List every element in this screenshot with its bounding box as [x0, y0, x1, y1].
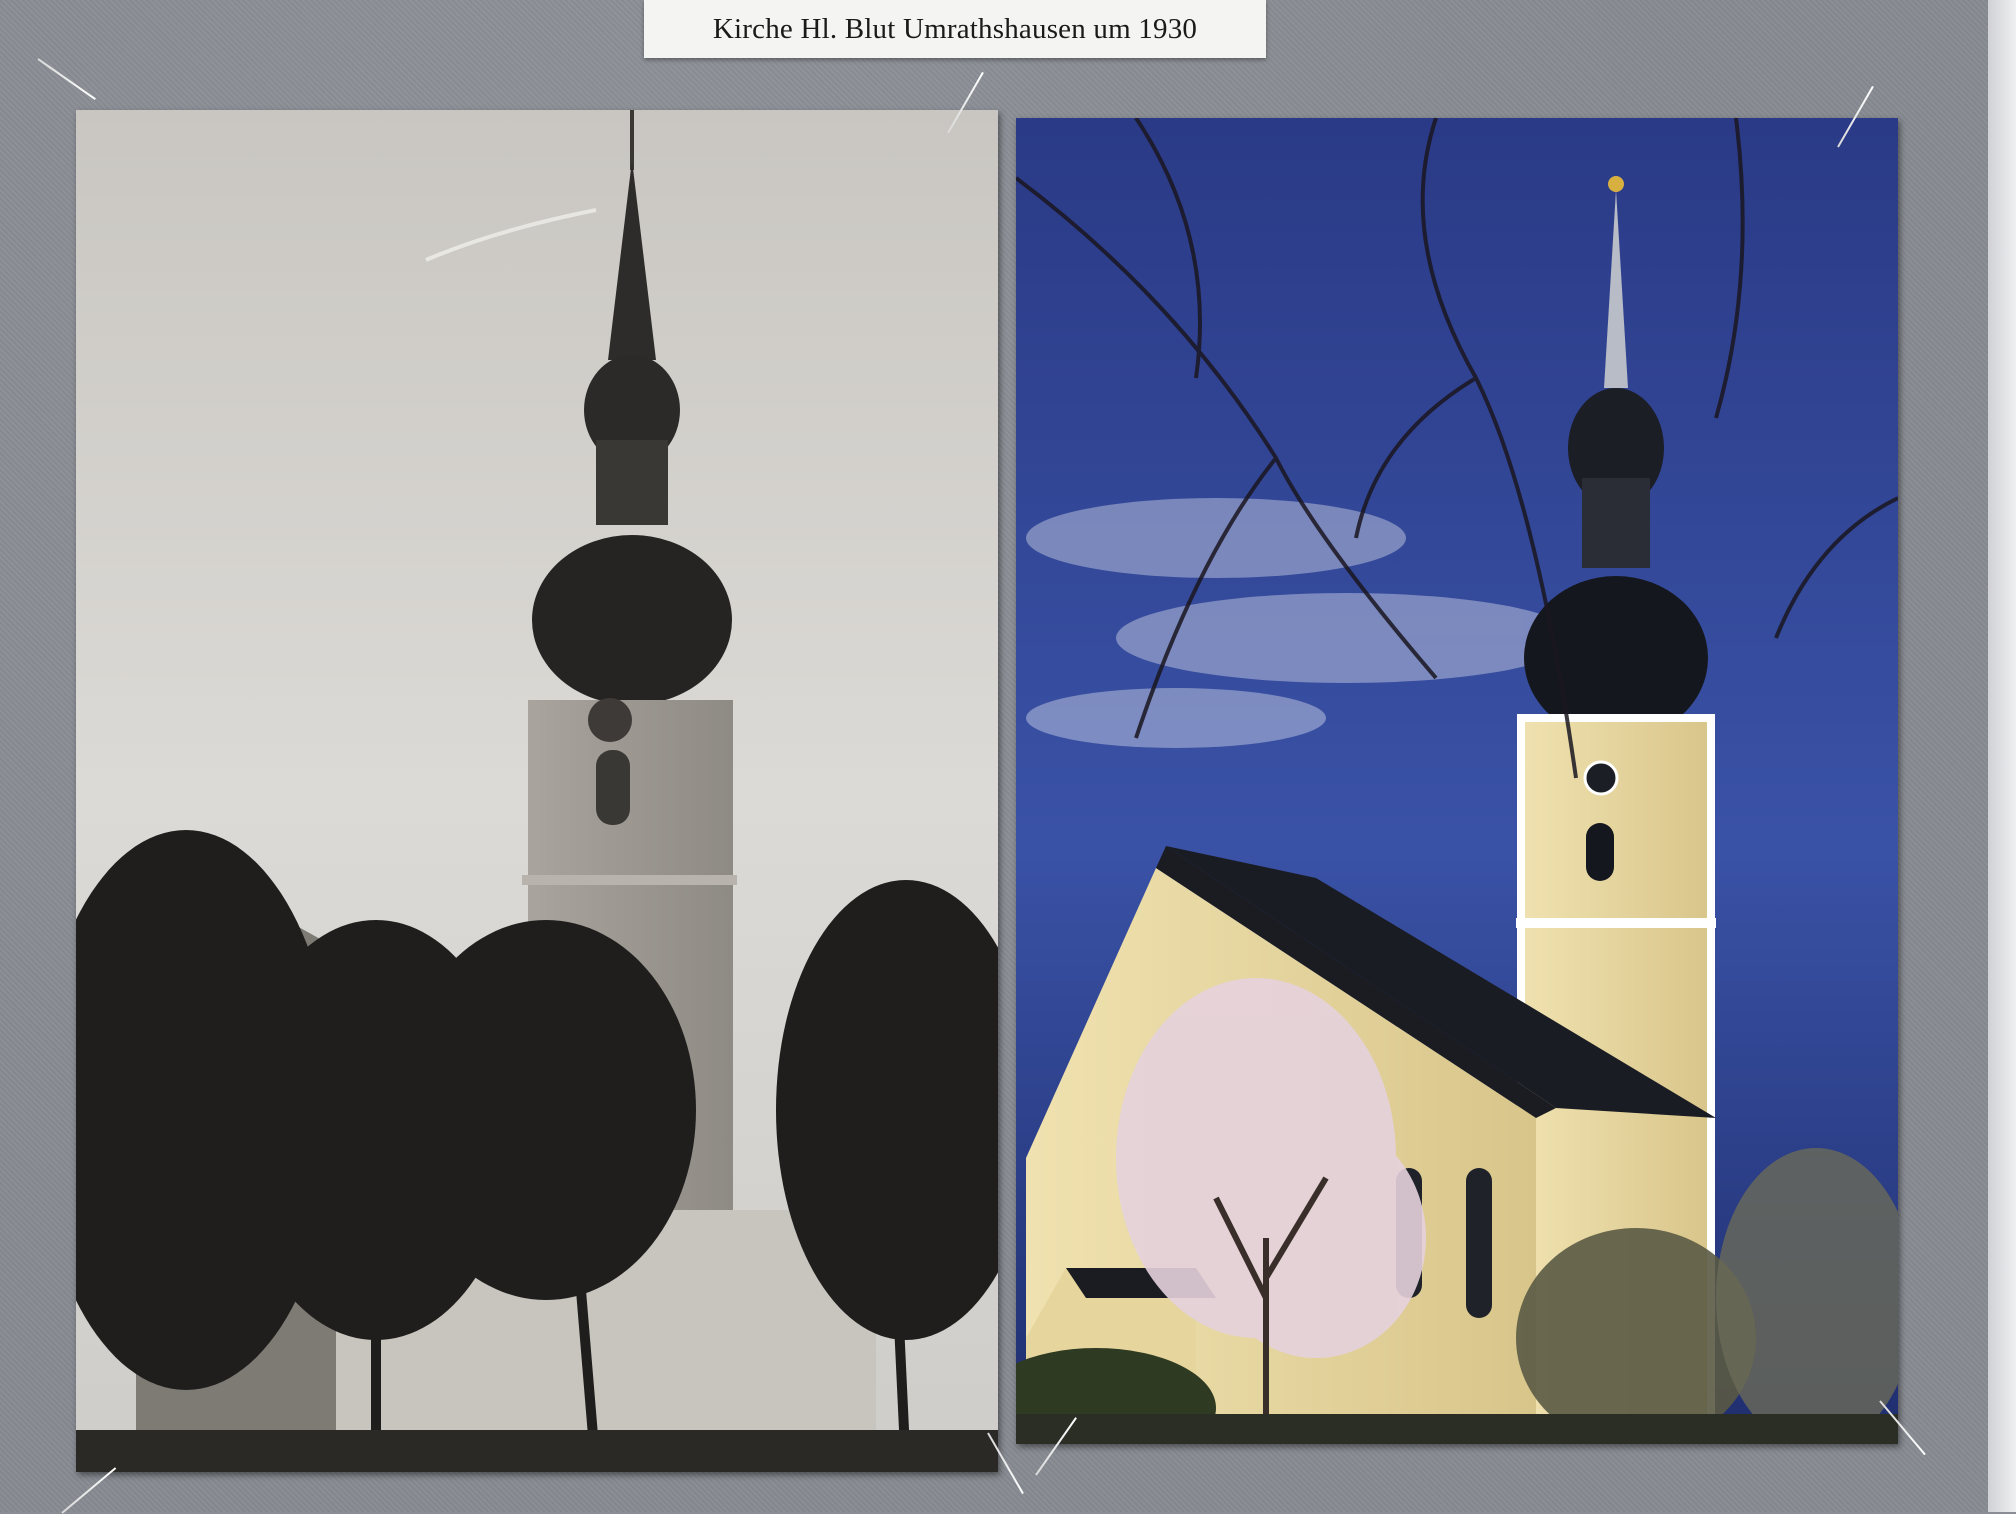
pin-top-left — [37, 58, 96, 100]
historic-church-photo — [76, 110, 998, 1472]
historic-church-image — [76, 110, 998, 1472]
frame-edge — [1988, 0, 2016, 1512]
caption-text: Kirche Hl. Blut Umrathshausen um 1930 — [712, 12, 1198, 45]
modern-church-image — [1016, 118, 1898, 1444]
modern-church-photo — [1016, 118, 1898, 1444]
pin-bottom-left — [61, 1467, 117, 1514]
caption-label: Kirche Hl. Blut Umrathshausen um 1930 — [644, 0, 1266, 58]
felt-board: Kirche Hl. Blut Umrathshausen um 1930 — [0, 0, 2016, 1514]
